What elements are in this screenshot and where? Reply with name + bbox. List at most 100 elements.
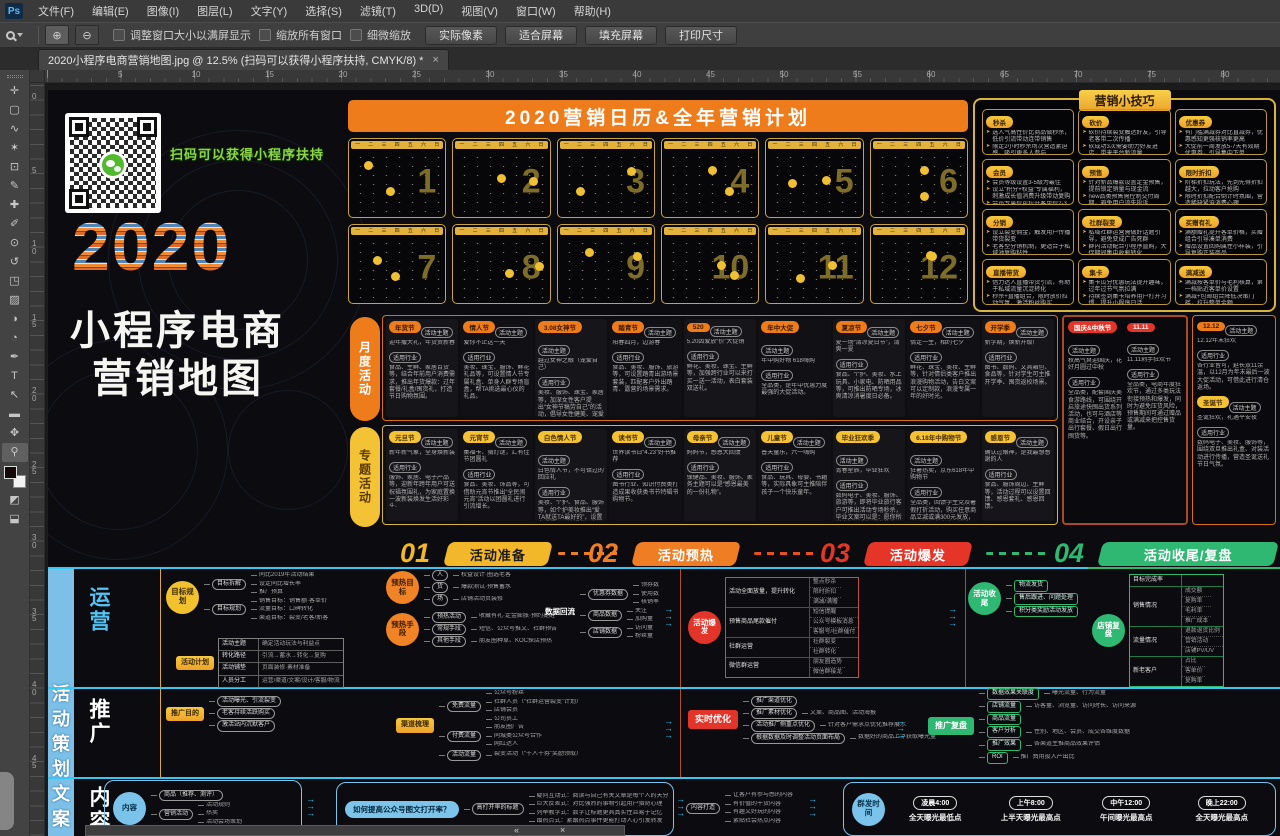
map-branch: 流量目标：口碑转化 [251, 606, 328, 614]
theme-tag: 活动主题 [421, 437, 453, 448]
zoom-tool-icon[interactable] [6, 26, 32, 44]
option-buttons: 实际像素适合屏幕填充屏幕打印尺寸 [417, 26, 737, 45]
menu-item[interactable]: 窗口(W) [507, 3, 565, 19]
magic-wand-tool[interactable]: ✶ [2, 139, 28, 158]
eyedropper-tool[interactable]: ✎ [2, 177, 28, 196]
pen-tool[interactable]: ✒ [2, 348, 28, 367]
weekday-label: 一 [564, 229, 569, 234]
clone-stamp-tool[interactable]: ⊙ [2, 234, 28, 253]
document-tab[interactable]: 2020小程序电商营销地图.jpg @ 12.5% (扫码可以获得小程序扶持, … [38, 49, 449, 70]
phase-number: 01 [400, 540, 430, 567]
festival-title: 七夕节 [910, 321, 942, 333]
menu-item[interactable]: 编辑(E) [83, 3, 138, 19]
crop-tool[interactable]: ⊡ [2, 158, 28, 177]
menu-item[interactable]: 图像(I) [138, 3, 188, 19]
hand-tool[interactable]: ✥ [2, 424, 28, 443]
promo-review-cluster: 推广复盘数据效果关联度曝光流量、行为流量店铺流量访客量、浏览量、访问时长、访问来… [928, 688, 1136, 764]
history-brush-tool[interactable]: ↺ [2, 253, 28, 272]
color-swatches[interactable] [4, 466, 26, 488]
checkbox-option[interactable]: 调整窗口大小以满屏显示 [113, 27, 251, 43]
map-node-group: 性别、地区、会员、成交各维度数据 [1034, 729, 1130, 737]
theme-tag: 活动主题 [1068, 345, 1100, 356]
menu-item[interactable]: 文件(F) [29, 3, 83, 19]
tip-card: 预售➤针对新品爆款设置定金预售，提前锁定销量与现金流➤new品类预售需控制交付周… [1078, 159, 1170, 205]
quick-mask-tool[interactable]: ◩ [2, 491, 28, 510]
zoom-out-button[interactable]: ⊖ [75, 25, 99, 45]
shape-tool[interactable]: ▬ [2, 405, 28, 424]
menu-item[interactable]: 文字(Y) [242, 3, 297, 19]
map-node-group: 积分类奖励活动发放 [1014, 606, 1078, 618]
lasso-tool[interactable]: ∿ [2, 120, 28, 139]
menu-item[interactable]: 帮助(H) [565, 3, 620, 19]
dodge-tool[interactable]: ◔ [2, 329, 28, 348]
map-branch: 核销率 [633, 599, 659, 607]
tip-text-line: ➤会员等级设置3-5级为最佳 [986, 180, 1070, 187]
options-button[interactable]: 填充屏幕 [585, 26, 657, 45]
table-cell: 成交额 [1182, 587, 1211, 597]
map-branch: 免费流量公众号粉丝社群人员（“社群运营裂变”计划）店铺会员公司员工 [439, 690, 582, 723]
foreground-color-swatch[interactable] [4, 466, 17, 479]
industry-text: 图书、数码、文具箱包、食品等，针对学生可主推开学季、囤货返校场景。 [985, 365, 1051, 387]
zoom-in-button[interactable]: ⊕ [45, 25, 69, 45]
toolbar-grip[interactable] [7, 75, 23, 78]
festival-title: 元旦节 [389, 431, 421, 443]
map-node: 物流发货 [1014, 580, 1048, 592]
tip-text-line: ➤会员专属价可拉升客单价2-3倍，一般以5倍封顶，有效拉复购 [986, 201, 1070, 205]
ruler-number: 15 [265, 70, 274, 79]
map-node: 销售目标：销售额·客单价 [259, 598, 327, 606]
checkbox-option[interactable]: 缩放所有窗口 [259, 27, 342, 43]
checkbox[interactable] [259, 29, 271, 41]
map-node: 访客量、浏览量、访问时长、访问来源 [1034, 703, 1136, 711]
menu-item[interactable]: 滤镜(T) [351, 3, 405, 19]
map-node: 曝光流量、行为流量 [1052, 690, 1106, 698]
map-branch: 根据数据及时调整活动页面布局数据好的商品上浮获取曝光量 [743, 733, 936, 744]
industry-text: 各行业皆可，延长双11余温，以12月为年末最后一波大促活动，可借此进行清仓返场。 [1197, 363, 1271, 392]
eraser-tool[interactable]: ◳ [2, 272, 28, 291]
map-node: 其他手段 [432, 636, 466, 647]
map-node-group: 激活站内沉默客户 [217, 720, 275, 731]
blur-tool[interactable]: ◑ [2, 310, 28, 329]
checkbox[interactable] [113, 29, 125, 41]
checkbox[interactable] [350, 29, 362, 41]
checkbox-option[interactable]: 细微缩放 [350, 27, 411, 43]
map-node: 推广素材优化 [751, 708, 797, 719]
menu-item[interactable]: 选择(S) [296, 3, 351, 19]
canvas-area[interactable]: 扫码可以获得小程序扶持 2020 小程序电商 营销地图 2020营销日历&全年营… [45, 83, 1280, 836]
highlighted-date [585, 248, 594, 257]
phase-badge: 活动收尾/复盘 [1097, 542, 1279, 566]
menu-item[interactable]: 3D(D) [405, 3, 452, 19]
zoom-tool[interactable]: ⚲ [2, 443, 28, 462]
close-icon[interactable]: × [432, 54, 438, 66]
menu-item[interactable]: 视图(V) [452, 3, 507, 19]
brush-tool[interactable]: ✐ [2, 215, 28, 234]
map-node-group: 公众号粉丝 [494, 690, 524, 698]
menu-item[interactable]: 图层(L) [188, 3, 241, 19]
map-node-group: 活动爆发 [688, 611, 721, 644]
tip-text-line: ➤私域社群运营需做好话题引导，避免变成广告死群 [1082, 230, 1166, 244]
weekday-label: 三 [486, 229, 491, 234]
map-node-group: 高打开率的标题疑问互动式：阅读与自己有关文章是每个人的天分巨大反差式：对比强烈的… [472, 793, 669, 826]
map-branch: 营销活动活动规则热卖活动会场策划 [151, 802, 242, 827]
options-button[interactable]: 适合屏幕 [505, 26, 577, 45]
healing-brush-tool[interactable]: ✚ [2, 196, 28, 215]
options-button[interactable]: 打印尺寸 [665, 26, 737, 45]
map-branch: 有趣又好玩的内容 [725, 809, 793, 817]
screen-mode-tool[interactable]: ⬓ [2, 510, 28, 529]
calendar-month-number: 1 [417, 164, 436, 198]
path-select-tool[interactable]: ↖ [2, 386, 28, 405]
options-button[interactable]: 实际像素 [425, 26, 497, 45]
theme-text: 11.11剁手狂欢节 [1127, 357, 1182, 364]
map-branch: 销售目标：销售额·客单价 [251, 598, 328, 606]
move-tool[interactable]: ✛ [2, 82, 28, 101]
calendar-month-card: 一二三四五六日5 [765, 138, 863, 218]
collapse-icon[interactable]: « [514, 825, 519, 836]
marquee-tool[interactable]: ▢ [2, 101, 28, 120]
table-row-header: 预售商品尾款催付 [726, 608, 810, 637]
type-tool[interactable]: T [2, 367, 28, 386]
phase-dashes [558, 552, 618, 555]
map-node-group: 免费流量公众号粉丝社群人员（“社群运营裂变”计划）店铺会员公司员工 [447, 690, 582, 723]
map-branch: 场店铺活动页装修 [424, 594, 511, 605]
gradient-tool[interactable]: ▨ [2, 291, 28, 310]
close-icon[interactable]: × [560, 825, 565, 836]
theme-tag: 活动主题 [761, 345, 793, 356]
